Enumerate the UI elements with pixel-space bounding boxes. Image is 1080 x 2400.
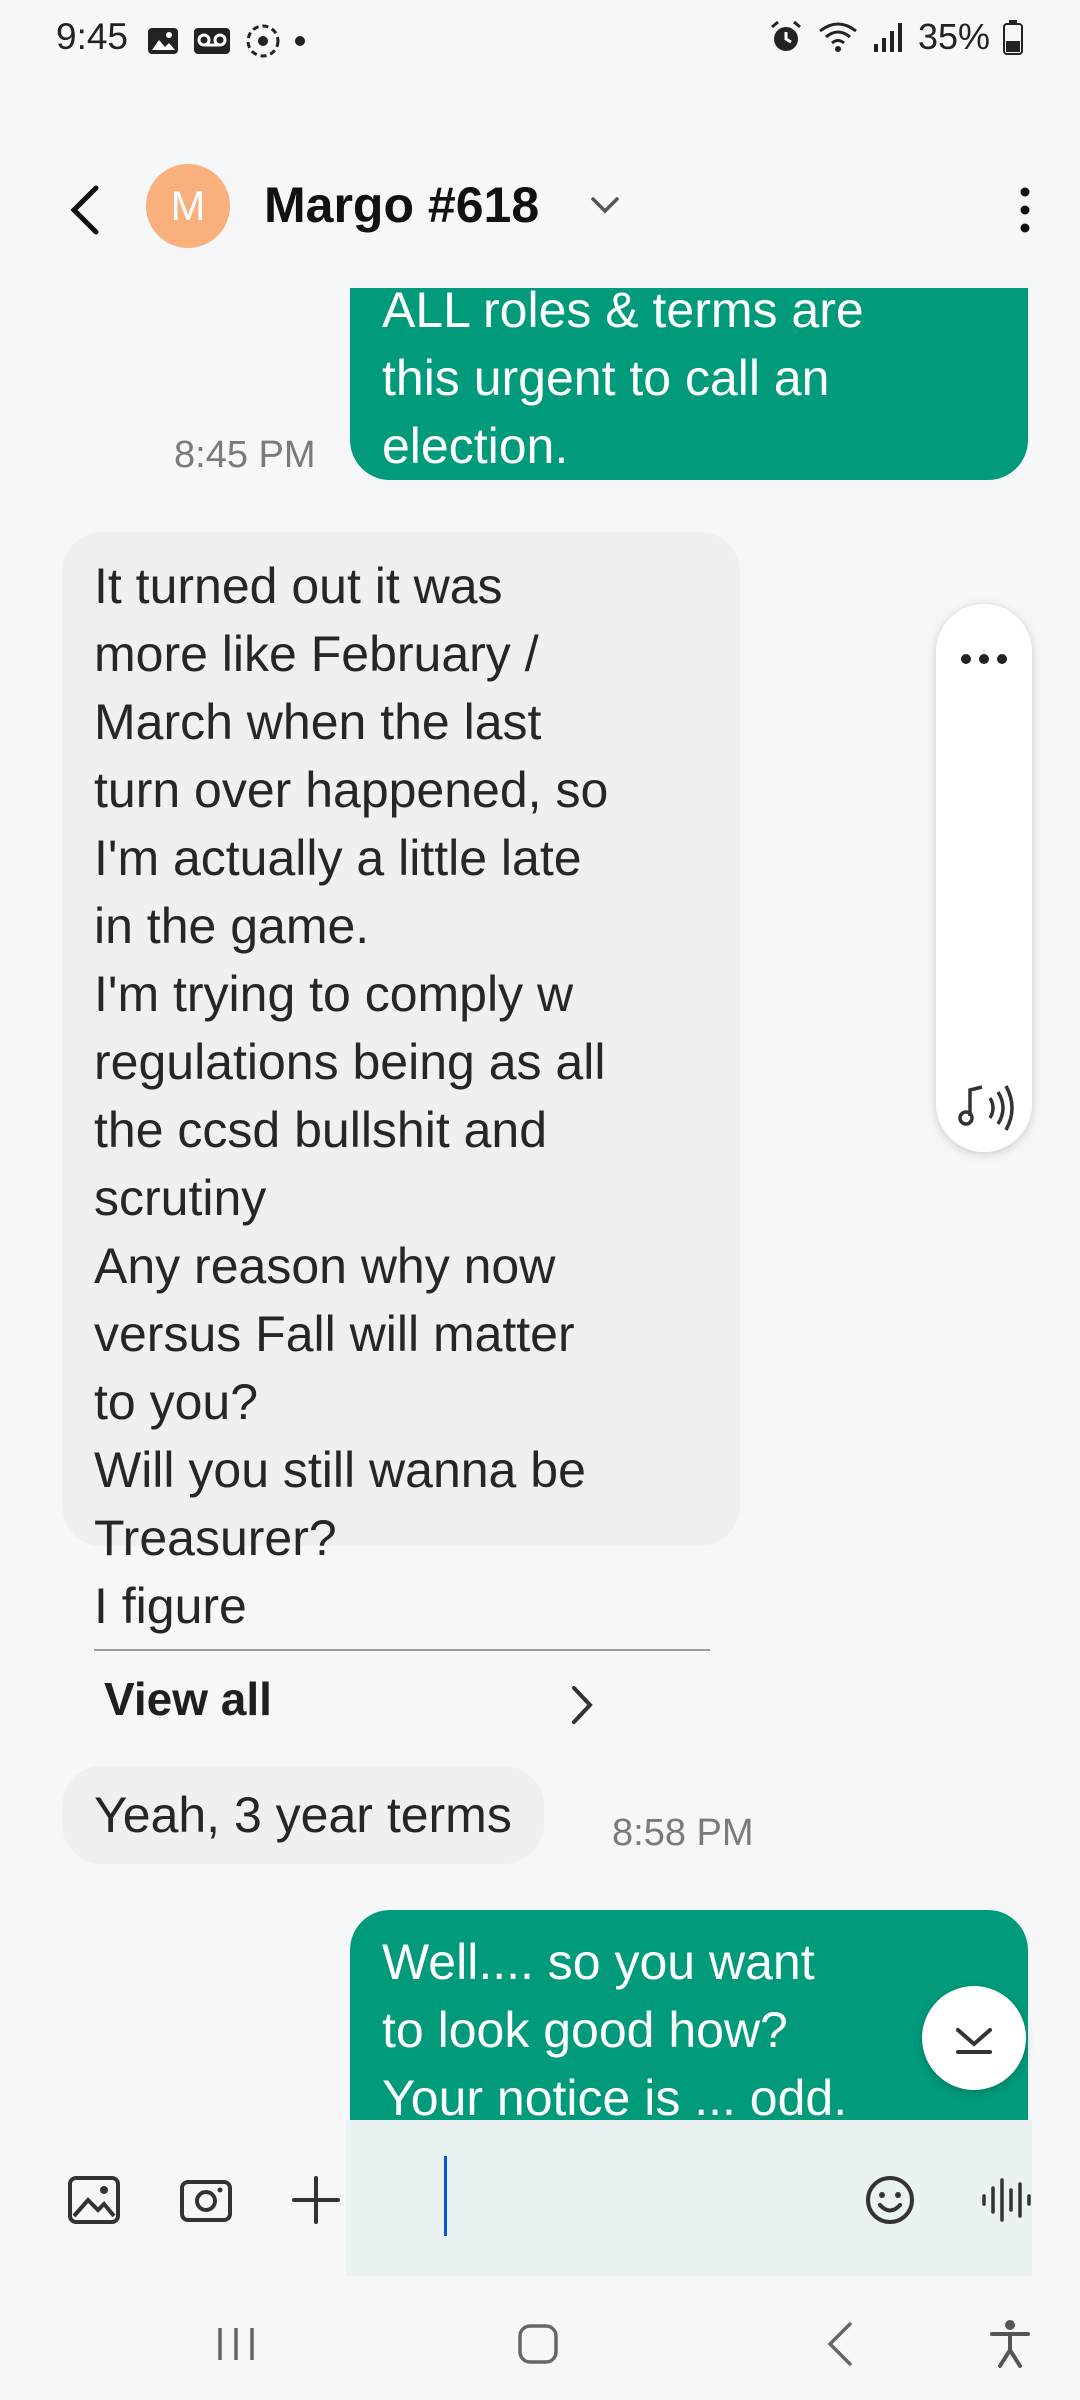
- status-bar: 9:45 35%: [0, 0, 1080, 80]
- notification-icons: [146, 22, 306, 60]
- recent-apps-icon[interactable]: [206, 2314, 266, 2374]
- camera-icon[interactable]: [176, 2170, 236, 2230]
- chevron-down-icon: [956, 2028, 992, 2054]
- gallery-icon[interactable]: [64, 2170, 124, 2230]
- message-timestamp: 8:45 PM: [174, 434, 316, 476]
- home-icon[interactable]: [508, 2314, 568, 2374]
- message-line: March when the last: [94, 694, 542, 750]
- message-line: Any reason why now: [94, 1238, 556, 1294]
- quick-tools-panel[interactable]: [936, 604, 1032, 1152]
- back-icon[interactable]: [812, 2314, 872, 2374]
- alarm-icon: [770, 20, 801, 51]
- message-line: the ccsd bullshit and: [94, 1102, 548, 1158]
- gallery-notification-icon: [148, 28, 178, 54]
- more-options-icon[interactable]: [1010, 180, 1040, 240]
- message-line: I figure: [94, 1578, 247, 1634]
- voice-input-icon[interactable]: [976, 2170, 1036, 2230]
- status-time: 9:45: [56, 16, 129, 57]
- message-list[interactable]: ALL roles & terms are this urgent to cal…: [0, 288, 1080, 2120]
- message-line: Treasurer?: [94, 1510, 337, 1566]
- chevron-down-icon[interactable]: [588, 190, 622, 220]
- message-line: in the game.: [94, 898, 370, 954]
- incoming-message[interactable]: It turned out it was more like February …: [62, 532, 740, 1634]
- scroll-to-bottom-button[interactable]: [922, 1986, 1026, 2090]
- message-line: I'm actually a little late: [94, 830, 582, 886]
- message-line: Well.... so you want: [382, 1934, 815, 1990]
- incoming-message[interactable]: Yeah, 3 year terms: [62, 1766, 544, 1864]
- contact-avatar[interactable]: M: [146, 164, 230, 248]
- chevron-right-icon: [572, 1686, 593, 1724]
- conversation-header: M Margo #618: [0, 150, 1080, 260]
- battery-icon: [1003, 20, 1023, 55]
- message-line: Your notice is ... odd.: [382, 2070, 848, 2120]
- system-navigation-bar: [0, 2290, 1080, 2400]
- view-all-button[interactable]: View all: [30, 1672, 618, 1770]
- message-line: this urgent to call an: [382, 350, 830, 406]
- contact-name[interactable]: Margo #618: [264, 176, 539, 234]
- view-all-label: View all: [104, 1673, 272, 1725]
- message-line: Will you still wanna be: [94, 1442, 586, 1498]
- message-line: regulations being as all: [94, 1034, 606, 1090]
- add-icon[interactable]: [286, 2170, 346, 2230]
- more-horizontal-icon[interactable]: [958, 644, 1010, 674]
- message-line: more like February /: [94, 626, 539, 682]
- message-divider: [94, 1649, 710, 1651]
- message-text: Yeah, 3 year terms: [94, 1787, 512, 1843]
- message-line: turn over happened, so: [94, 762, 609, 818]
- outgoing-message[interactable]: ALL roles & terms are this urgent to cal…: [350, 288, 1028, 480]
- system-icons: 35%: [768, 16, 1024, 58]
- back-arrow-icon[interactable]: [60, 180, 110, 240]
- text-cursor: [444, 2156, 447, 2236]
- message-timestamp: 8:58 PM: [612, 1812, 754, 1854]
- more-notifications-dot: [295, 36, 305, 46]
- sync-notification-icon: [246, 24, 280, 58]
- message-line: to look good how?: [382, 2002, 788, 2058]
- message-line: It turned out it was: [94, 558, 503, 614]
- message-input[interactable]: [430, 2156, 850, 2246]
- message-line: ALL roles & terms are: [382, 288, 864, 338]
- message-line: election.: [382, 418, 569, 474]
- signal-icon: [873, 23, 902, 52]
- message-line: I'm trying to comply w: [94, 966, 574, 1022]
- read-aloud-icon[interactable]: [952, 1078, 1016, 1138]
- wifi-icon: [819, 22, 857, 52]
- emoji-icon[interactable]: [860, 2170, 920, 2230]
- message-line: scrutiny: [94, 1170, 267, 1226]
- message-composer: [0, 2120, 1080, 2280]
- battery-percentage: 35%: [917, 16, 990, 57]
- message-line: versus Fall will matter: [94, 1306, 575, 1362]
- message-line: to you?: [94, 1374, 259, 1430]
- accessibility-icon[interactable]: [980, 2314, 1040, 2374]
- voicemail-notification-icon: [194, 28, 230, 54]
